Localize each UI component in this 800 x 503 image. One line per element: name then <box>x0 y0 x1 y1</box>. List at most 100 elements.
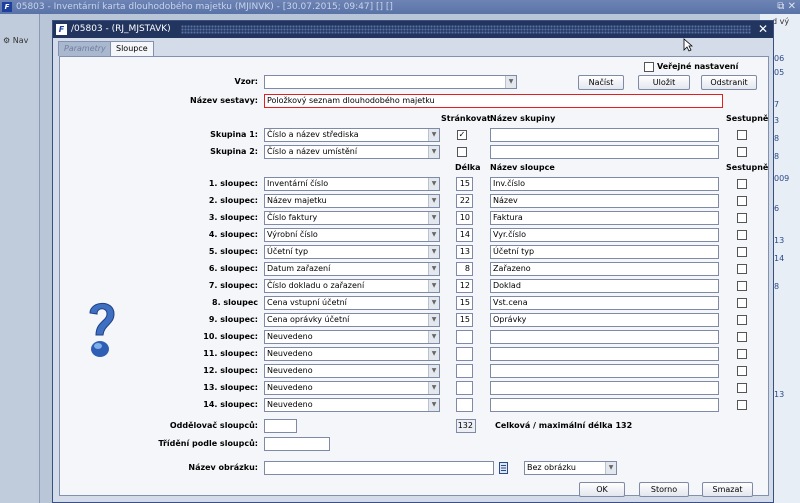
sestupne-checkbox[interactable] <box>737 400 747 410</box>
column-length-input[interactable]: 15 <box>456 313 473 327</box>
ok-button[interactable]: OK <box>579 482 625 497</box>
obrazek-select[interactable]: Bez obrázku ▼ <box>524 461 617 475</box>
column-name-input[interactable] <box>490 398 719 412</box>
column-name-input[interactable]: Název <box>490 194 719 208</box>
oddelovac-input[interactable] <box>264 419 297 433</box>
odstranit-button[interactable]: Odstranit <box>701 75 757 90</box>
close-icon[interactable]: ✕ <box>758 21 768 38</box>
column-name-input[interactable]: Faktura <box>490 211 719 225</box>
tab-parametry[interactable]: Parametry <box>58 41 112 56</box>
column-select[interactable]: Název majetku ▼ <box>264 194 440 208</box>
column-select[interactable]: Neuvedeno ▼ <box>264 347 440 361</box>
storno-button[interactable]: Storno <box>639 482 689 497</box>
column-name-input[interactable]: Vst.cena <box>490 296 719 310</box>
group-select[interactable]: Číslo a název umístění ▼ <box>264 145 440 159</box>
column-select[interactable]: Neuvedeno ▼ <box>264 364 440 378</box>
column-select[interactable]: Účetní typ ▼ <box>264 245 440 259</box>
nacist-button[interactable]: Načíst <box>578 75 624 90</box>
dialog-titlebar[interactable]: F /05803 - (RJ_MJSTAVK) ✕ <box>53 21 773 38</box>
column-select[interactable]: Datum zařazení ▼ <box>264 262 440 276</box>
column-length-input[interactable] <box>456 347 473 361</box>
sestupne-checkbox[interactable] <box>737 383 747 393</box>
verejne-nastaveni-checkbox[interactable] <box>644 62 654 72</box>
column-length-input[interactable]: 10 <box>456 211 473 225</box>
column-length-input[interactable] <box>456 364 473 378</box>
chevron-down-icon[interactable]: ▼ <box>428 229 439 241</box>
group-select[interactable]: Číslo a název střediska ▼ <box>264 128 440 142</box>
chevron-down-icon[interactable]: ▼ <box>428 246 439 258</box>
column-length-input[interactable]: 15 <box>456 296 473 310</box>
tab-sloupce[interactable]: Sloupce <box>110 41 154 56</box>
sestupne-checkbox[interactable] <box>737 130 747 140</box>
group-name-input[interactable] <box>490 145 719 159</box>
chevron-down-icon[interactable]: ▼ <box>605 462 616 474</box>
column-select[interactable]: Cena oprávky účetní ▼ <box>264 313 440 327</box>
sestupne-checkbox[interactable] <box>737 315 747 325</box>
column-name-input[interactable] <box>490 330 719 344</box>
sestupne-checkbox[interactable] <box>737 213 747 223</box>
column-length-input[interactable]: 14 <box>456 228 473 242</box>
column-select[interactable]: Neuvedeno ▼ <box>264 398 440 412</box>
column-length-input[interactable]: 12 <box>456 279 473 293</box>
trideni-input[interactable] <box>264 437 330 451</box>
column-length-input[interactable]: 15 <box>456 177 473 191</box>
list-picker-icon[interactable] <box>499 461 508 475</box>
nazev-sestavy-input[interactable]: Položkový seznam dlouhodobého majetku <box>264 94 723 108</box>
column-select[interactable]: Výrobní číslo ▼ <box>264 228 440 242</box>
chevron-down-icon[interactable]: ▼ <box>428 178 439 190</box>
column-name-input[interactable]: Zařazeno <box>490 262 719 276</box>
sestupne-checkbox[interactable] <box>737 349 747 359</box>
chevron-down-icon[interactable]: ▼ <box>428 314 439 326</box>
column-length-input[interactable] <box>456 381 473 395</box>
column-name-input[interactable] <box>490 381 719 395</box>
sestupne-checkbox[interactable] <box>737 196 747 206</box>
chevron-down-icon[interactable]: ▼ <box>428 146 439 158</box>
sestupne-checkbox[interactable] <box>737 147 747 157</box>
column-length-input[interactable]: 22 <box>456 194 473 208</box>
column-name-input[interactable]: Inv.číslo <box>490 177 719 191</box>
chevron-down-icon[interactable]: ▼ <box>428 280 439 292</box>
sestupne-checkbox[interactable] <box>737 332 747 342</box>
sestupne-checkbox[interactable] <box>737 264 747 274</box>
column-name-input[interactable]: Doklad <box>490 279 719 293</box>
nazev-obrazku-input[interactable] <box>264 461 494 475</box>
chevron-down-icon[interactable]: ▼ <box>428 348 439 360</box>
column-select[interactable]: Cena vstupní účetní ▼ <box>264 296 440 310</box>
vzor-select[interactable]: ▼ <box>264 75 517 89</box>
column-length-input[interactable] <box>456 398 473 412</box>
strankovat-checkbox[interactable]: ✓ <box>457 130 467 140</box>
sestupne-checkbox[interactable] <box>737 230 747 240</box>
smazat-button[interactable]: Smazat <box>702 482 753 497</box>
sestupne-checkbox[interactable] <box>737 298 747 308</box>
column-length-input[interactable] <box>456 330 473 344</box>
chevron-down-icon[interactable]: ▼ <box>428 212 439 224</box>
column-name-input[interactable]: Oprávky <box>490 313 719 327</box>
column-length-input[interactable]: 13 <box>456 245 473 259</box>
column-select[interactable]: Inventární číslo ▼ <box>264 177 440 191</box>
group-name-input[interactable] <box>490 128 719 142</box>
sestupne-checkbox[interactable] <box>737 179 747 189</box>
column-length-input[interactable]: 8 <box>456 262 473 276</box>
column-name-input[interactable]: Účetní typ <box>490 245 719 259</box>
column-select[interactable]: Neuvedeno ▼ <box>264 330 440 344</box>
chevron-down-icon[interactable]: ▼ <box>428 297 439 309</box>
window-restore-close-icons[interactable]: ⧉ ✕ <box>777 0 796 14</box>
chevron-down-icon[interactable]: ▼ <box>428 399 439 411</box>
column-name-input[interactable] <box>490 364 719 378</box>
column-select[interactable]: Číslo dokladu o zařazení ▼ <box>264 279 440 293</box>
column-name-input[interactable]: Vyr.číslo <box>490 228 719 242</box>
sestupne-checkbox[interactable] <box>737 247 747 257</box>
sestupne-checkbox[interactable] <box>737 366 747 376</box>
chevron-down-icon[interactable]: ▼ <box>428 263 439 275</box>
chevron-down-icon[interactable]: ▼ <box>428 382 439 394</box>
chevron-down-icon[interactable]: ▼ <box>428 331 439 343</box>
column-select[interactable]: Neuvedeno ▼ <box>264 381 440 395</box>
ulozit-button[interactable]: Uložit <box>638 75 690 90</box>
chevron-down-icon[interactable]: ▼ <box>505 76 516 88</box>
nav-label[interactable]: ⚙ Nav <box>3 36 28 45</box>
column-name-input[interactable] <box>490 347 719 361</box>
sestupne-checkbox[interactable] <box>737 281 747 291</box>
column-select[interactable]: Číslo faktury ▼ <box>264 211 440 225</box>
chevron-down-icon[interactable]: ▼ <box>428 129 439 141</box>
chevron-down-icon[interactable]: ▼ <box>428 365 439 377</box>
